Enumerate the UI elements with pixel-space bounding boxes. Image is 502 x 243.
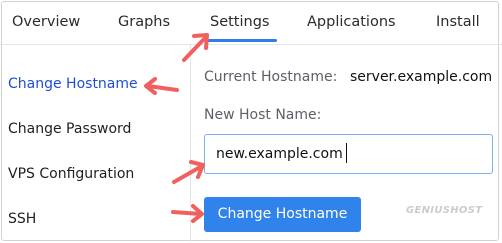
tab-install[interactable]: Install bbox=[436, 0, 480, 44]
sidebar-item-ssh[interactable]: SSH bbox=[8, 211, 36, 227]
arrow-annotation-input bbox=[172, 160, 205, 184]
new-hostname-label: New Host Name: bbox=[204, 107, 322, 123]
new-hostname-input[interactable] bbox=[204, 134, 493, 174]
arrow-annotation-button bbox=[171, 204, 204, 223]
watermark-logo: GENIUSHOST bbox=[406, 205, 483, 216]
sidebar-item-change-password[interactable]: Change Password bbox=[8, 121, 131, 137]
tab-bar: Overview Graphs Settings Applications In… bbox=[0, 0, 502, 45]
tab-settings[interactable]: Settings bbox=[203, 0, 279, 44]
tab-overview[interactable]: Overview bbox=[12, 0, 80, 44]
tab-graphs[interactable]: Graphs bbox=[118, 0, 170, 44]
current-hostname-label: Current Hostname: bbox=[204, 69, 338, 85]
current-hostname-value: server.example.com bbox=[350, 69, 493, 85]
tab-applications[interactable]: Applications bbox=[307, 0, 396, 44]
arrow-annotation-sidebar bbox=[144, 77, 179, 95]
change-hostname-button[interactable]: Change Hostname bbox=[204, 197, 361, 232]
arrow-annotation-settings bbox=[182, 33, 209, 62]
text-caret bbox=[346, 143, 347, 163]
sidebar-item-change-hostname[interactable]: Change Hostname bbox=[8, 76, 138, 92]
sidebar-item-vps-configuration[interactable]: VPS Configuration bbox=[8, 166, 134, 182]
